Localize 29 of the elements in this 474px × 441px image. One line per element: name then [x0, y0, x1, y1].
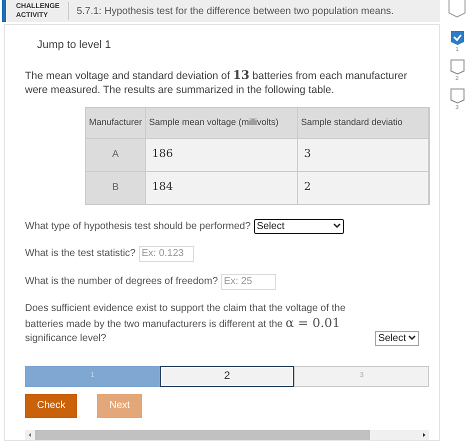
question-text: What is the test statistic?: [25, 247, 136, 261]
level-icon[interactable]: [450, 59, 464, 75]
column-header: Sample mean voltage (millivolts): [146, 108, 298, 138]
table-cell: B: [86, 172, 146, 204]
level-icon[interactable]: [450, 88, 464, 104]
scrollbar-thumb[interactable]: [35, 430, 370, 440]
horizontal-scrollbar[interactable]: [25, 430, 429, 440]
activity-title: 5.7.1: Hypothesis test for the difference between two population means.: [76, 4, 394, 18]
select-dropdown[interactable]: Select: [375, 330, 419, 346]
table-cell: 184: [146, 172, 298, 204]
caret-icon: [408, 335, 416, 341]
column-header: Sample standard deviatio: [298, 108, 429, 138]
table-cell: A: [86, 138, 146, 170]
level-checked-icon[interactable]: [450, 30, 464, 46]
jump-link[interactable]: Jump to level 1: [37, 37, 419, 54]
input-field[interactable]: Ex: 25: [220, 274, 276, 290]
question-text: What is the number of degrees of freedom?: [25, 275, 218, 289]
input-field[interactable]: Ex: 0.123: [138, 246, 194, 262]
column-header: Manufacturer: [86, 108, 146, 138]
table-cell: 186: [146, 138, 298, 170]
progress-step[interactable]: 2: [160, 366, 294, 386]
caret-icon: [332, 223, 341, 229]
table-cell: 3: [298, 138, 429, 170]
select-dropdown[interactable]: Select: [254, 218, 344, 234]
table-cell: 2: [298, 172, 429, 204]
question-text: Does sufficient evidence exist to support the claim that the voltage of the batteries made by the two manufacturers is different at the α = 0.01 significance level?: [25, 302, 347, 346]
intro-paragraph: The mean voltage and standard deviation of 13 batteries from each manufacturer were measured. The results are summarized in the following table.: [25, 68, 408, 96]
check-button[interactable]: Check: [25, 394, 78, 418]
question-text: What type of hypothesis test should be performed?: [25, 220, 251, 234]
